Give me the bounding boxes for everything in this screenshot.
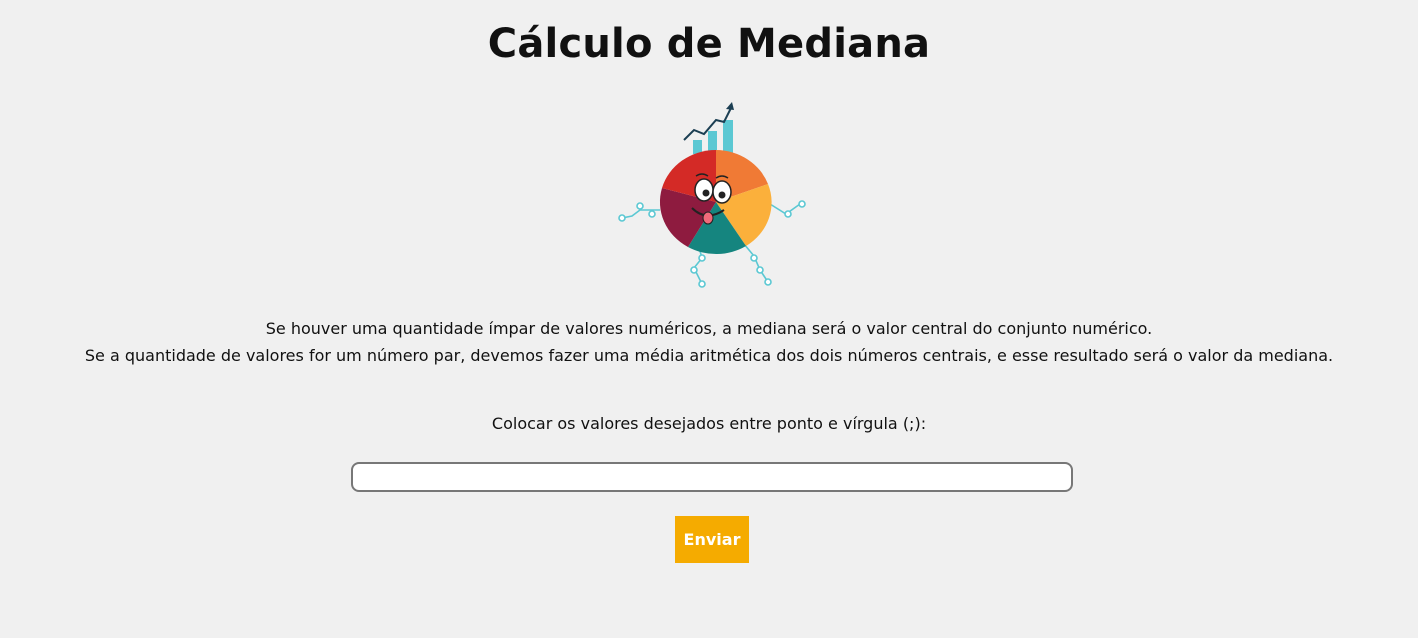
description: Se houver uma quantidade ímpar de valore…: [0, 315, 1418, 369]
values-input-label: Colocar os valores desejados entre ponto…: [491, 414, 927, 433]
page: Cálculo de Mediana Se houver uma quantid…: [0, 0, 1418, 638]
submit-button[interactable]: Enviar: [675, 516, 749, 563]
description-line-odd: Se houver uma quantidade ímpar de valore…: [265, 319, 1153, 338]
page-title: Cálculo de Mediana: [487, 21, 931, 67]
description-line-even: Se a quantidade de valores for um número…: [84, 346, 1334, 365]
pie-chart-mascot-icon: [618, 102, 806, 288]
values-input[interactable]: [351, 462, 1073, 492]
